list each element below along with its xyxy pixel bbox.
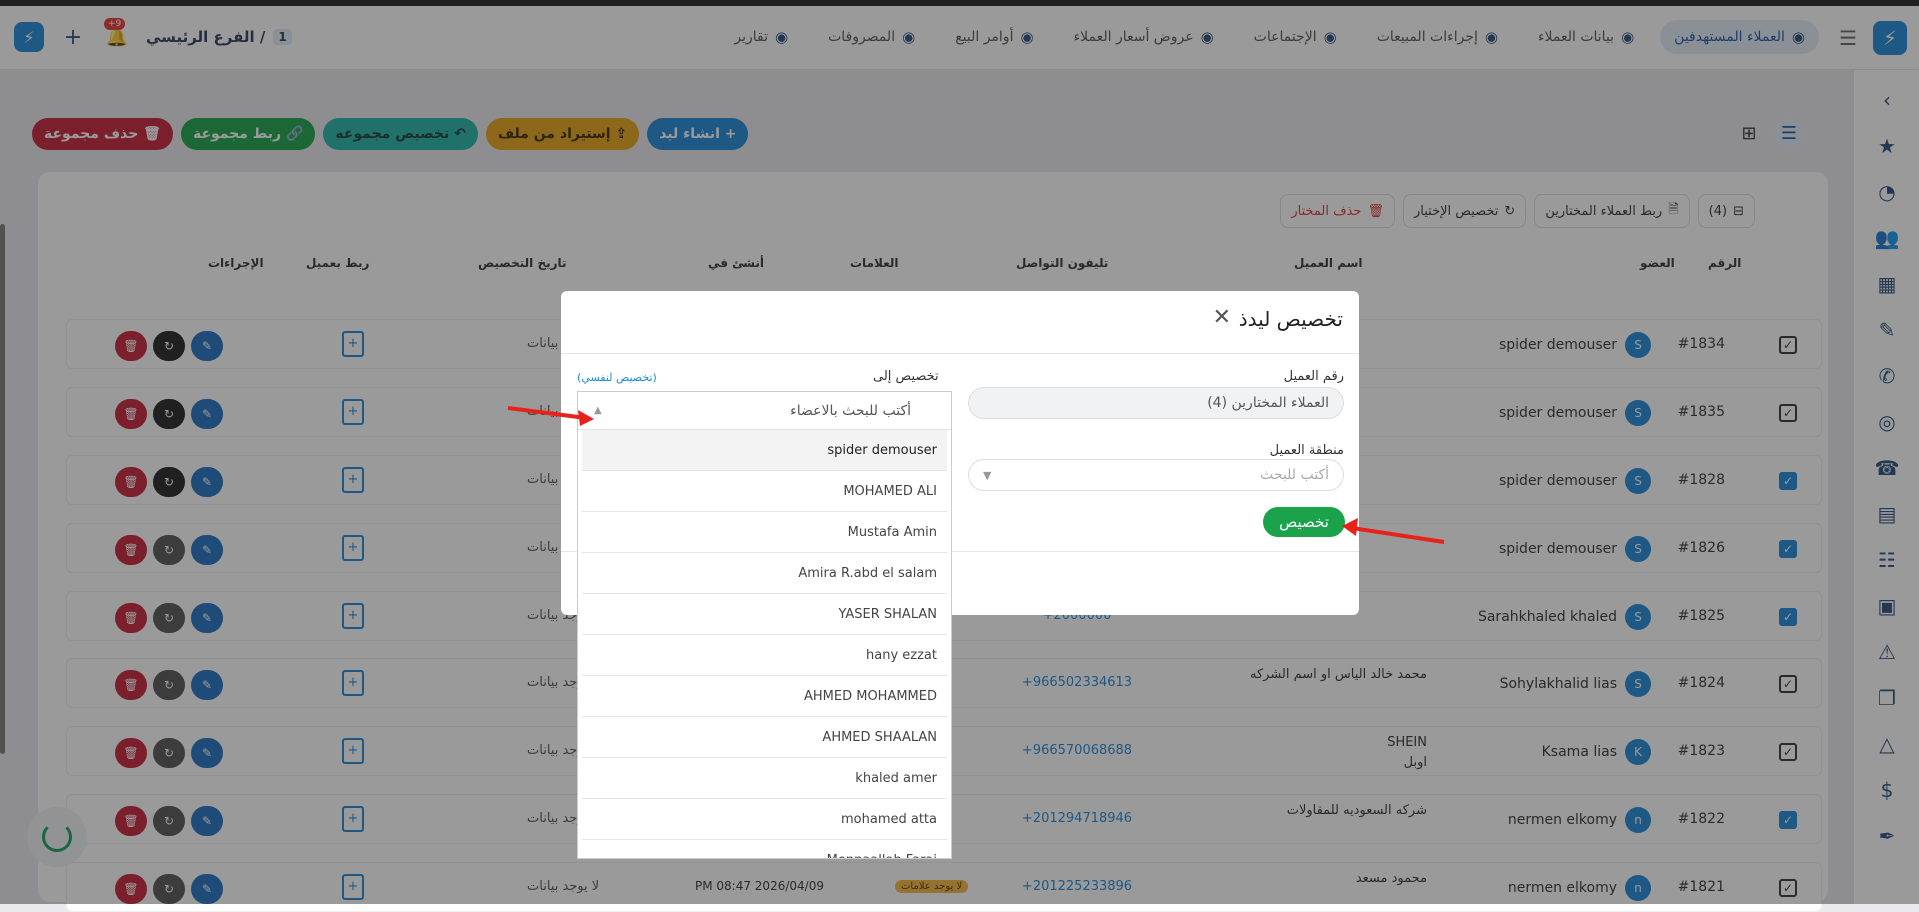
arrow-to-submit — [1351, 526, 1445, 544]
annotation-arrows — [507, 406, 1445, 544]
arrow-head-submit — [1342, 518, 1358, 536]
arrow-head-dropdown — [578, 410, 594, 426]
arrow-to-dropdown — [507, 406, 587, 420]
